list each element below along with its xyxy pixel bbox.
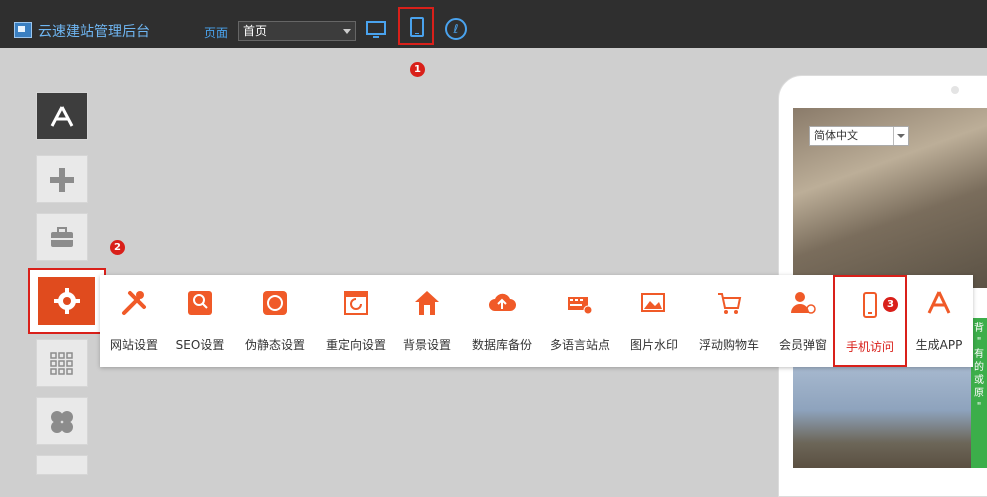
setting-float-cart[interactable]: 浮动购物车 [690, 275, 768, 367]
setting-seo[interactable]: SEO设置 [170, 275, 230, 367]
setting-label: 网站设置 [109, 338, 158, 352]
setting-site[interactable]: 网站设置 [104, 275, 164, 367]
grid-tool-button[interactable] [36, 339, 88, 387]
chevron-down-icon [343, 29, 351, 34]
mobile-icon [410, 17, 424, 37]
page-select-value: 首页 [243, 24, 268, 38]
setting-generate-app[interactable]: 生成APP [908, 275, 970, 367]
page-select[interactable]: 首页 [238, 21, 356, 41]
setting-pseudo-static[interactable]: 伪静态设置 [236, 275, 314, 367]
house-icon [415, 291, 439, 315]
settings-panel: 网站设置 SEO设置 伪静态设置 重定向设置 背景设置 数据库备份 多语言站点 … [100, 275, 973, 367]
shopping-cart-icon [718, 293, 742, 314]
settings-tool-button[interactable] [28, 268, 106, 334]
gear-icon [53, 288, 80, 314]
pseudo-static-icon [263, 291, 287, 315]
mobile-view-button[interactable] [398, 7, 434, 45]
settings-tool-inner [38, 277, 95, 325]
setting-background[interactable]: 背景设置 [396, 275, 458, 367]
clover-icon [51, 411, 73, 433]
site-logo-icon [14, 22, 32, 38]
seo-icon [188, 291, 212, 315]
plus-icon [50, 168, 74, 192]
hiking-image [793, 366, 971, 468]
setting-label: SEO设置 [175, 338, 225, 352]
miniprogram-icon[interactable]: ℓ [445, 18, 467, 40]
step-badge-1: 1 [410, 62, 425, 77]
toolbox-tool-button[interactable] [36, 213, 88, 261]
wrench-icon [122, 291, 146, 315]
setting-label: 数据库备份 [471, 338, 532, 352]
setting-multilang[interactable]: 多语言站点 [544, 275, 616, 367]
modules-tool-button[interactable] [36, 397, 88, 445]
green-text-strip: 背 " 有 的 或 原 " [971, 318, 987, 468]
next-tool-button[interactable] [36, 455, 88, 475]
setting-label: 手机访问 [845, 340, 894, 354]
top-bar: 云速建站管理后台 页面 首页 ℓ [0, 0, 987, 48]
phone-camera-dot [951, 86, 959, 94]
step-badge-3: 3 [883, 297, 898, 312]
app-tool-button[interactable] [36, 92, 88, 140]
setting-label: 重定向设置 [325, 338, 386, 352]
setting-label: 伪静态设置 [244, 338, 305, 352]
mobile-phone-icon [863, 292, 877, 318]
setting-mobile-access[interactable]: 3 手机访问 [833, 275, 907, 367]
chevron-down-icon [893, 127, 908, 145]
setting-watermark[interactable]: 图片水印 [622, 275, 686, 367]
setting-label: 浮动购物车 [698, 338, 759, 352]
setting-db-backup[interactable]: 数据库备份 [462, 275, 542, 367]
setting-label: 背景设置 [402, 338, 451, 352]
setting-label: 生成APP [915, 338, 963, 352]
setting-member-popup[interactable]: 会员弹窗 [772, 275, 834, 367]
toolbox-icon [51, 227, 73, 247]
keyboard-gear-icon [568, 297, 593, 315]
app-store-icon [50, 106, 74, 127]
language-select-value: 简体中文 [814, 129, 858, 142]
setting-label: 多语言站点 [549, 338, 610, 352]
member-icon [791, 292, 816, 314]
step-badge-2: 2 [110, 240, 125, 255]
hero-image: 简体中文 [793, 108, 987, 288]
setting-label: 图片水印 [629, 338, 678, 352]
app-store-icon [927, 291, 951, 314]
redirect-icon [344, 291, 368, 315]
setting-label: 会员弹窗 [778, 338, 827, 352]
language-select[interactable]: 简体中文 [809, 126, 909, 146]
setting-redirect[interactable]: 重定向设置 [318, 275, 394, 367]
app-title: 云速建站管理后台 [38, 24, 150, 40]
desktop-icon[interactable] [364, 18, 388, 42]
page-label: 页面 [204, 26, 229, 40]
add-tool-button[interactable] [36, 155, 88, 203]
cloud-upload-icon [489, 293, 516, 311]
image-watermark-icon [641, 293, 665, 312]
grid-icon [50, 352, 73, 375]
